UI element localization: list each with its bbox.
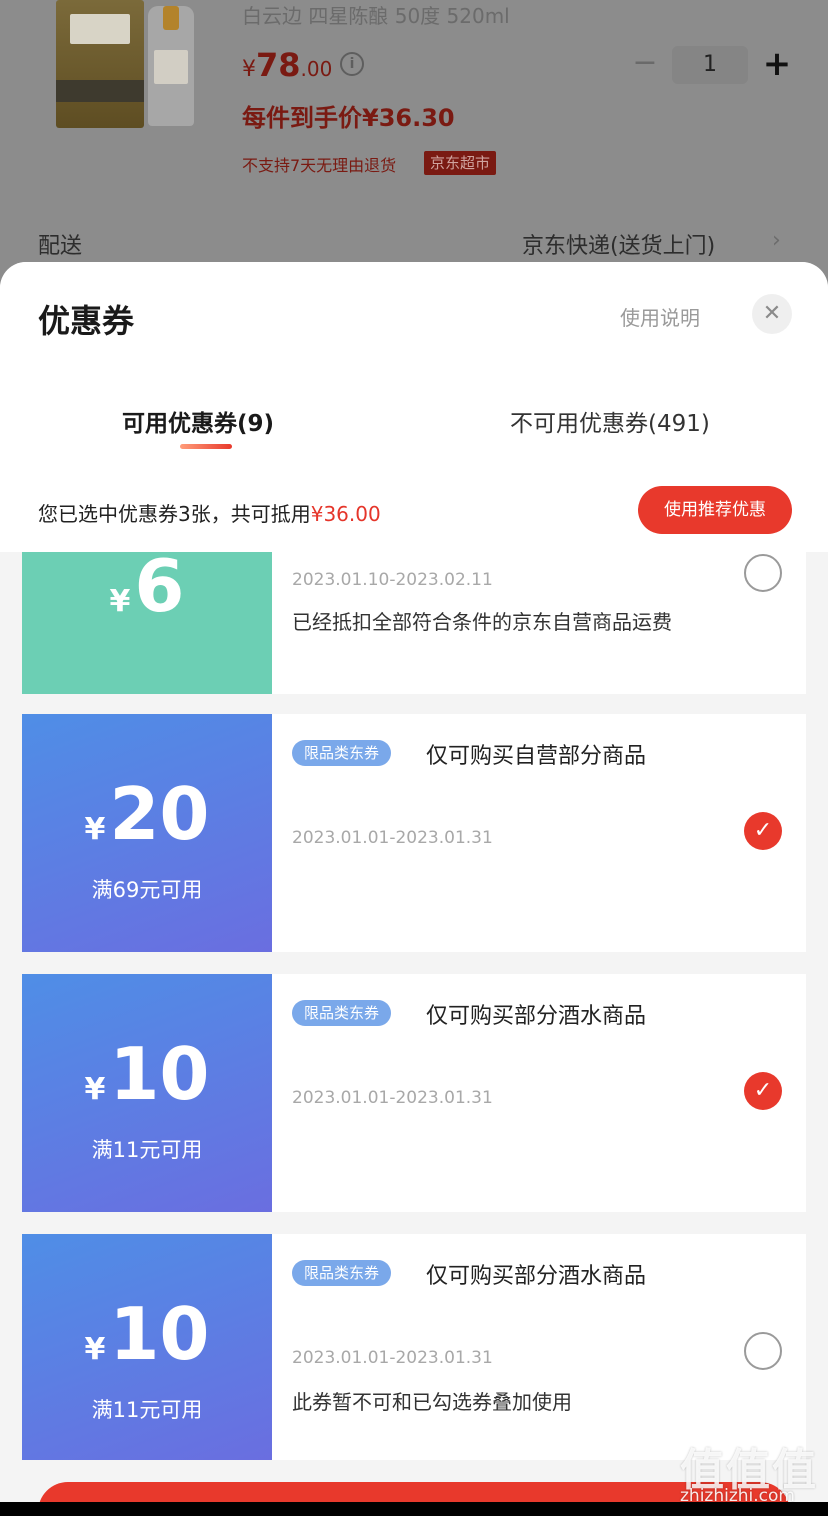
chevron-right-icon[interactable]: › <box>772 228 781 253</box>
coupon-title: 仅可购买自营部分商品 <box>426 744 647 769</box>
selection-summary: 您已选中优惠券3张，共可抵用¥36.00 使用推荐优惠 <box>0 468 828 552</box>
coupon-card[interactable]: ¥10 满11元可用 限品类东券 仅可购买部分酒水商品 2023.01.01-2… <box>17 1234 806 1460</box>
price-symbol: ¥ <box>242 57 256 82</box>
coupon-date-range: 2023.01.01-2023.01.31 <box>292 1348 493 1368</box>
checkmark-icon[interactable]: ✓ <box>744 1072 782 1110</box>
final-price: 每件到手价¥36.30 <box>242 104 455 132</box>
coupon-card[interactable]: ¥20 满69元可用 限品类东券 仅可购买自营部分商品 2023.01.01-2… <box>17 714 806 952</box>
coupon-radio-unchecked[interactable] <box>744 1332 782 1370</box>
summary-text: 您已选中优惠券3张，共可抵用¥36.00 <box>38 498 381 527</box>
info-icon[interactable]: i <box>340 52 364 76</box>
coupon-title: 仅可购买部分酒水商品 <box>426 1264 647 1289</box>
coupon-radio-unchecked[interactable] <box>744 554 782 592</box>
coupon-value-panel: ¥10 满11元可用 <box>17 974 272 1212</box>
product-price: ¥78.00 <box>242 46 332 84</box>
coupon-value-panel: ¥6 <box>17 552 272 694</box>
active-tab-indicator <box>180 444 232 449</box>
coupon-description: 此券暂不可和已勾选券叠加使用 <box>292 1390 572 1414</box>
coupon-description: 已经抵扣全部符合条件的京东自营商品运费 <box>292 610 672 634</box>
coupon-condition: 满69元可用 <box>91 878 203 902</box>
coupon-category-tag: 限品类东券 <box>292 740 392 766</box>
coupon-amount-value: 10 <box>109 1292 210 1376</box>
coupon-value-panel: ¥20 满69元可用 <box>17 714 272 952</box>
close-button[interactable]: ✕ <box>752 294 792 334</box>
price-decimal: .00 <box>300 57 333 81</box>
coupon-condition: 满11元可用 <box>91 1398 203 1422</box>
coupon-title: 仅可购买部分酒水商品 <box>426 1004 647 1029</box>
coupon-amount-value: 10 <box>109 1032 210 1116</box>
sheet-title: 优惠券 <box>38 302 135 340</box>
coupon-card[interactable]: ¥10 满11元可用 限品类东券 仅可购买部分酒水商品 2023.01.01-2… <box>17 974 806 1212</box>
use-recommended-button[interactable]: 使用推荐优惠 <box>638 486 792 534</box>
coupon-amount: ¥6 <box>22 552 272 628</box>
price-integer: 78 <box>256 46 301 84</box>
checkmark-icon[interactable]: ✓ <box>744 812 782 850</box>
shipping-label: 配送 <box>38 234 83 259</box>
quantity-input[interactable]: 1 <box>672 46 748 84</box>
coupon-currency-symbol: ¥ <box>84 1072 106 1107</box>
site-watermark: 值值值 zhizhizhi.com <box>680 1434 820 1514</box>
tab-available-coupons[interactable]: 可用优惠券(9) <box>122 404 274 438</box>
shipping-value[interactable]: 京东快递(送货上门) <box>522 228 715 260</box>
watermark-url: zhizhizhi.com <box>680 1486 795 1506</box>
coupon-amount: ¥10 <box>22 1292 272 1376</box>
tab-unavailable-coupons[interactable]: 不可用优惠券(491) <box>510 404 710 438</box>
coupon-currency-symbol: ¥ <box>84 1332 106 1367</box>
coupon-list[interactable]: ¥6 2023.01.10-2023.02.11 已经抵扣全部符合条件的京东自营… <box>0 552 828 1472</box>
coupon-date-range: 2023.01.01-2023.01.31 <box>292 1088 493 1108</box>
coupon-amount: ¥20 <box>22 772 272 856</box>
jd-supermarket-badge: 京东超市 <box>424 151 497 175</box>
product-bottle-image <box>148 6 194 126</box>
product-image[interactable] <box>56 0 196 128</box>
product-title: 白云边 四星陈酿 50度 520ml <box>242 4 510 28</box>
quantity-decrease-button[interactable]: − <box>630 48 660 82</box>
coupon-sheet: 优惠券 使用说明 ✕ 可用优惠券(9) 不可用优惠券(491) 您已选中优惠券3… <box>0 262 828 1516</box>
quantity-increase-button[interactable]: + <box>760 44 794 84</box>
product-box-image <box>56 0 144 128</box>
coupon-amount: ¥10 <box>22 1032 272 1116</box>
summary-prefix: 您已选中优惠券3张，共可抵用 <box>38 502 311 526</box>
coupon-amount-value: 20 <box>109 772 210 856</box>
product-page-background: 白云边 四星陈酿 50度 520ml ¥78.00 i − 1 + 每件到手价¥… <box>0 0 828 300</box>
coupon-currency-symbol: ¥ <box>109 584 131 619</box>
coupon-category-tag: 限品类东券 <box>292 1260 392 1286</box>
summary-amount: ¥36.00 <box>310 502 381 526</box>
coupon-amount-value: 6 <box>134 552 185 628</box>
coupon-currency-symbol: ¥ <box>84 812 106 847</box>
coupon-date-range: 2023.01.01-2023.01.31 <box>292 828 493 848</box>
coupon-value-panel: ¥10 满11元可用 <box>17 1234 272 1460</box>
coupon-condition: 满11元可用 <box>91 1138 203 1162</box>
coupon-date-range: 2023.01.10-2023.02.11 <box>292 570 493 590</box>
no-return-notice: 不支持7天无理由退货 <box>242 156 397 175</box>
usage-instructions-link[interactable]: 使用说明 <box>620 302 700 331</box>
coupon-category-tag: 限品类东券 <box>292 1000 392 1026</box>
coupon-card[interactable]: ¥6 2023.01.10-2023.02.11 已经抵扣全部符合条件的京东自营… <box>17 552 806 694</box>
sheet-header: 优惠券 使用说明 ✕ 可用优惠券(9) 不可用优惠券(491) <box>0 262 828 468</box>
